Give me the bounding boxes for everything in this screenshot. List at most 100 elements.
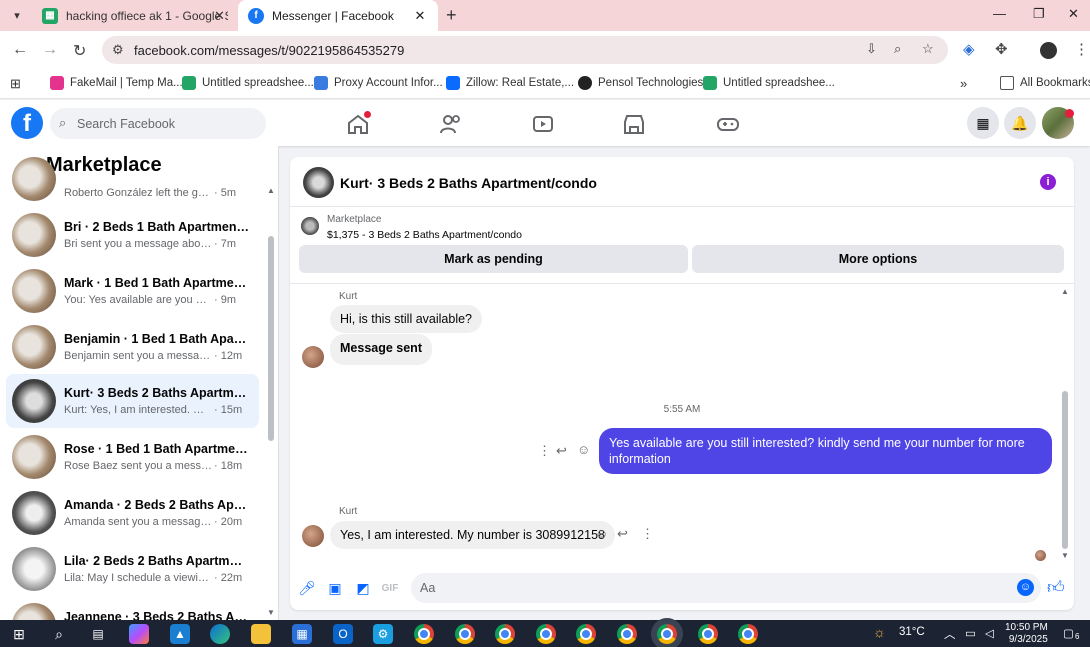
- bookmark-proxy[interactable]: Proxy Account Infor...: [314, 76, 443, 90]
- conversation-item[interactable]: Bri · 2 Beds 1 Bath Apartment/c... Bri s…: [6, 208, 259, 262]
- forward-icon[interactable]: →: [42, 41, 58, 59]
- scroll-down-icon[interactable]: ▼: [267, 608, 275, 617]
- scrollbar-thumb[interactable]: [1062, 391, 1068, 549]
- watch-icon[interactable]: [531, 113, 555, 135]
- scroll-down-icon[interactable]: ▼: [1061, 551, 1069, 560]
- mark-as-pending-button[interactable]: Mark as pending: [299, 245, 688, 273]
- extension-shield-icon[interactable]: ◈: [963, 40, 975, 58]
- message-bubble-incoming[interactable]: Hi, is this still available?: [330, 305, 482, 333]
- bookmark-fakemail[interactable]: FakeMail | Temp Ma...: [50, 76, 183, 90]
- message-bubble-incoming[interactable]: Yes, I am interested. My number is 30899…: [330, 521, 615, 549]
- emoji-icon[interactable]: ☺: [1017, 579, 1034, 596]
- chat-scrollbar[interactable]: ▲ ▼: [1061, 287, 1069, 561]
- conversation-item[interactable]: Amanda · 2 Beds 2 Baths Apart... Amanda …: [6, 486, 259, 540]
- sender-avatar[interactable]: [302, 346, 324, 368]
- message-input[interactable]: [420, 573, 1000, 603]
- search-icon[interactable]: ⌕: [49, 624, 69, 644]
- facebook-search[interactable]: ⌕: [50, 108, 266, 139]
- extensions-puzzle-icon[interactable]: ✥: [995, 40, 1008, 58]
- close-tab-icon[interactable]: ✕: [412, 8, 428, 24]
- task-view-icon[interactable]: ▤: [88, 624, 108, 644]
- listing-avatar[interactable]: [303, 167, 334, 198]
- chrome-profile-icon[interactable]: [536, 624, 556, 644]
- more-actions-icon[interactable]: ⋮: [641, 526, 654, 542]
- listing-description[interactable]: $1,375 - 3 Beds 2 Baths Apartment/condo: [327, 229, 522, 241]
- zoom-icon[interactable]: ⌕: [894, 41, 901, 57]
- reload-icon[interactable]: ↻: [73, 41, 86, 61]
- reply-icon[interactable]: ↩: [556, 443, 567, 459]
- bookmark-zillow[interactable]: Zillow: Real Estate,...: [446, 76, 574, 90]
- chrome-profile-icon[interactable]: [576, 624, 596, 644]
- weather-icon[interactable]: ☼: [873, 624, 886, 640]
- volume-icon[interactable]: ◁: [985, 626, 994, 640]
- bookmark-star-icon[interactable]: ☆: [922, 41, 934, 57]
- conversation-item[interactable]: Benjamin · 1 Bed 1 Bath Apartm... Benjam…: [6, 320, 259, 374]
- chrome-profile-icon-active[interactable]: [657, 624, 677, 644]
- scrollbar-thumb[interactable]: [268, 236, 274, 441]
- message-bubble-outgoing[interactable]: Yes available are you still interested? …: [599, 428, 1052, 474]
- microphone-icon[interactable]: 🎤︎: [298, 579, 316, 597]
- sender-avatar[interactable]: [302, 525, 324, 547]
- conversation-item-active[interactable]: Kurt· 3 Beds 2 Baths Apartment... Kurt: …: [6, 374, 259, 428]
- back-icon[interactable]: ←: [12, 41, 28, 59]
- message-input-box[interactable]: ☺: [411, 573, 1041, 603]
- clock[interactable]: 10:50 PM 9/3/2025: [1005, 622, 1048, 646]
- minimize-button[interactable]: —: [993, 6, 1006, 21]
- chrome-profile-icon[interactable]: [698, 624, 718, 644]
- reply-icon[interactable]: ↩: [617, 526, 628, 542]
- scroll-up-icon[interactable]: ▲: [267, 186, 275, 195]
- install-app-icon[interactable]: ⇩: [866, 41, 877, 57]
- notification-center-icon[interactable]: ▢: [1063, 626, 1074, 640]
- bookmark-pensol[interactable]: Pensol Technologies: [578, 76, 703, 90]
- close-window-button[interactable]: ✕: [1068, 6, 1079, 22]
- gif-icon[interactable]: GIF: [381, 579, 399, 597]
- gaming-icon[interactable]: [716, 113, 740, 135]
- bookmark-spreadsheet-2[interactable]: Untitled spreadshee...: [703, 76, 835, 90]
- conversation-item[interactable]: Lila· 2 Beds 2 Baths Apartment/... Lila:…: [6, 542, 259, 596]
- conversation-item[interactable]: Roberto González left the group. · 5m: [6, 152, 259, 206]
- thumbs-up-icon[interactable]: 👍︎: [1047, 577, 1065, 598]
- file-explorer-icon[interactable]: [251, 624, 271, 644]
- chrome-profile-icon[interactable]: [617, 624, 637, 644]
- copilot-icon[interactable]: [129, 624, 149, 644]
- tab-messenger[interactable]: f Messenger | Facebook ✕: [238, 0, 438, 31]
- browser-menu-icon[interactable]: ⋮: [1074, 40, 1089, 58]
- tab-google-sheets[interactable]: ▦ hacking offiece ak 1 - Google S: [32, 0, 238, 31]
- chrome-profile-icon[interactable]: [738, 624, 758, 644]
- outlook-icon[interactable]: O: [333, 624, 353, 644]
- chrome-profile-icon[interactable]: [495, 624, 515, 644]
- edge-icon[interactable]: [210, 624, 230, 644]
- sidebar-scrollbar[interactable]: ▲ ▼: [267, 186, 275, 617]
- conversation-item[interactable]: Rose · 1 Bed 1 Bath Apartment/c... Rose …: [6, 430, 259, 484]
- ms-store-icon[interactable]: ▦: [292, 624, 312, 644]
- bookmark-spreadsheet-1[interactable]: Untitled spreadshee...: [182, 76, 314, 90]
- profile-avatar[interactable]: [1040, 42, 1057, 59]
- marketplace-icon[interactable]: [622, 113, 646, 135]
- scroll-up-icon[interactable]: ▲: [1061, 287, 1069, 296]
- site-info-icon[interactable]: ⚙: [112, 42, 124, 58]
- react-emoji-icon[interactable]: ☺: [577, 442, 590, 457]
- conversation-item[interactable]: Mark · 1 Bed 1 Bath Apartment/... You: Y…: [6, 264, 259, 318]
- menu-grid-icon[interactable]: ▦: [967, 107, 999, 139]
- friends-icon[interactable]: [439, 113, 463, 135]
- more-actions-icon[interactable]: ⋮: [538, 443, 551, 459]
- facebook-logo[interactable]: f: [11, 107, 43, 139]
- conversation-item[interactable]: Jeannene · 3 Beds 2 Baths Apart...: [6, 598, 259, 620]
- more-bookmarks-icon[interactable]: »: [960, 76, 967, 91]
- close-tab-icon[interactable]: ✕: [214, 8, 225, 24]
- tab-search-icon[interactable]: ▾: [8, 6, 26, 24]
- tray-chevron-icon[interactable]: ︿: [944, 626, 956, 642]
- more-options-button[interactable]: More options: [692, 245, 1064, 273]
- info-icon[interactable]: i: [1040, 174, 1056, 190]
- url-bar[interactable]: ⚙ facebook.com/messages/t/90221958645352…: [102, 36, 948, 64]
- weather-temp[interactable]: 31°C: [899, 626, 925, 638]
- notifications-bell-icon[interactable]: 🔔: [1004, 107, 1036, 139]
- restore-button[interactable]: ❐: [1033, 6, 1045, 22]
- settings-icon[interactable]: ⚙: [373, 624, 393, 644]
- photo-icon[interactable]: ▣: [326, 579, 344, 597]
- store-icon[interactable]: ▲: [170, 624, 190, 644]
- chrome-icon[interactable]: [414, 624, 434, 644]
- chrome-profile-icon[interactable]: [455, 624, 475, 644]
- sticker-icon[interactable]: ◩: [354, 579, 372, 597]
- windows-start-icon[interactable]: ⊞: [9, 624, 29, 644]
